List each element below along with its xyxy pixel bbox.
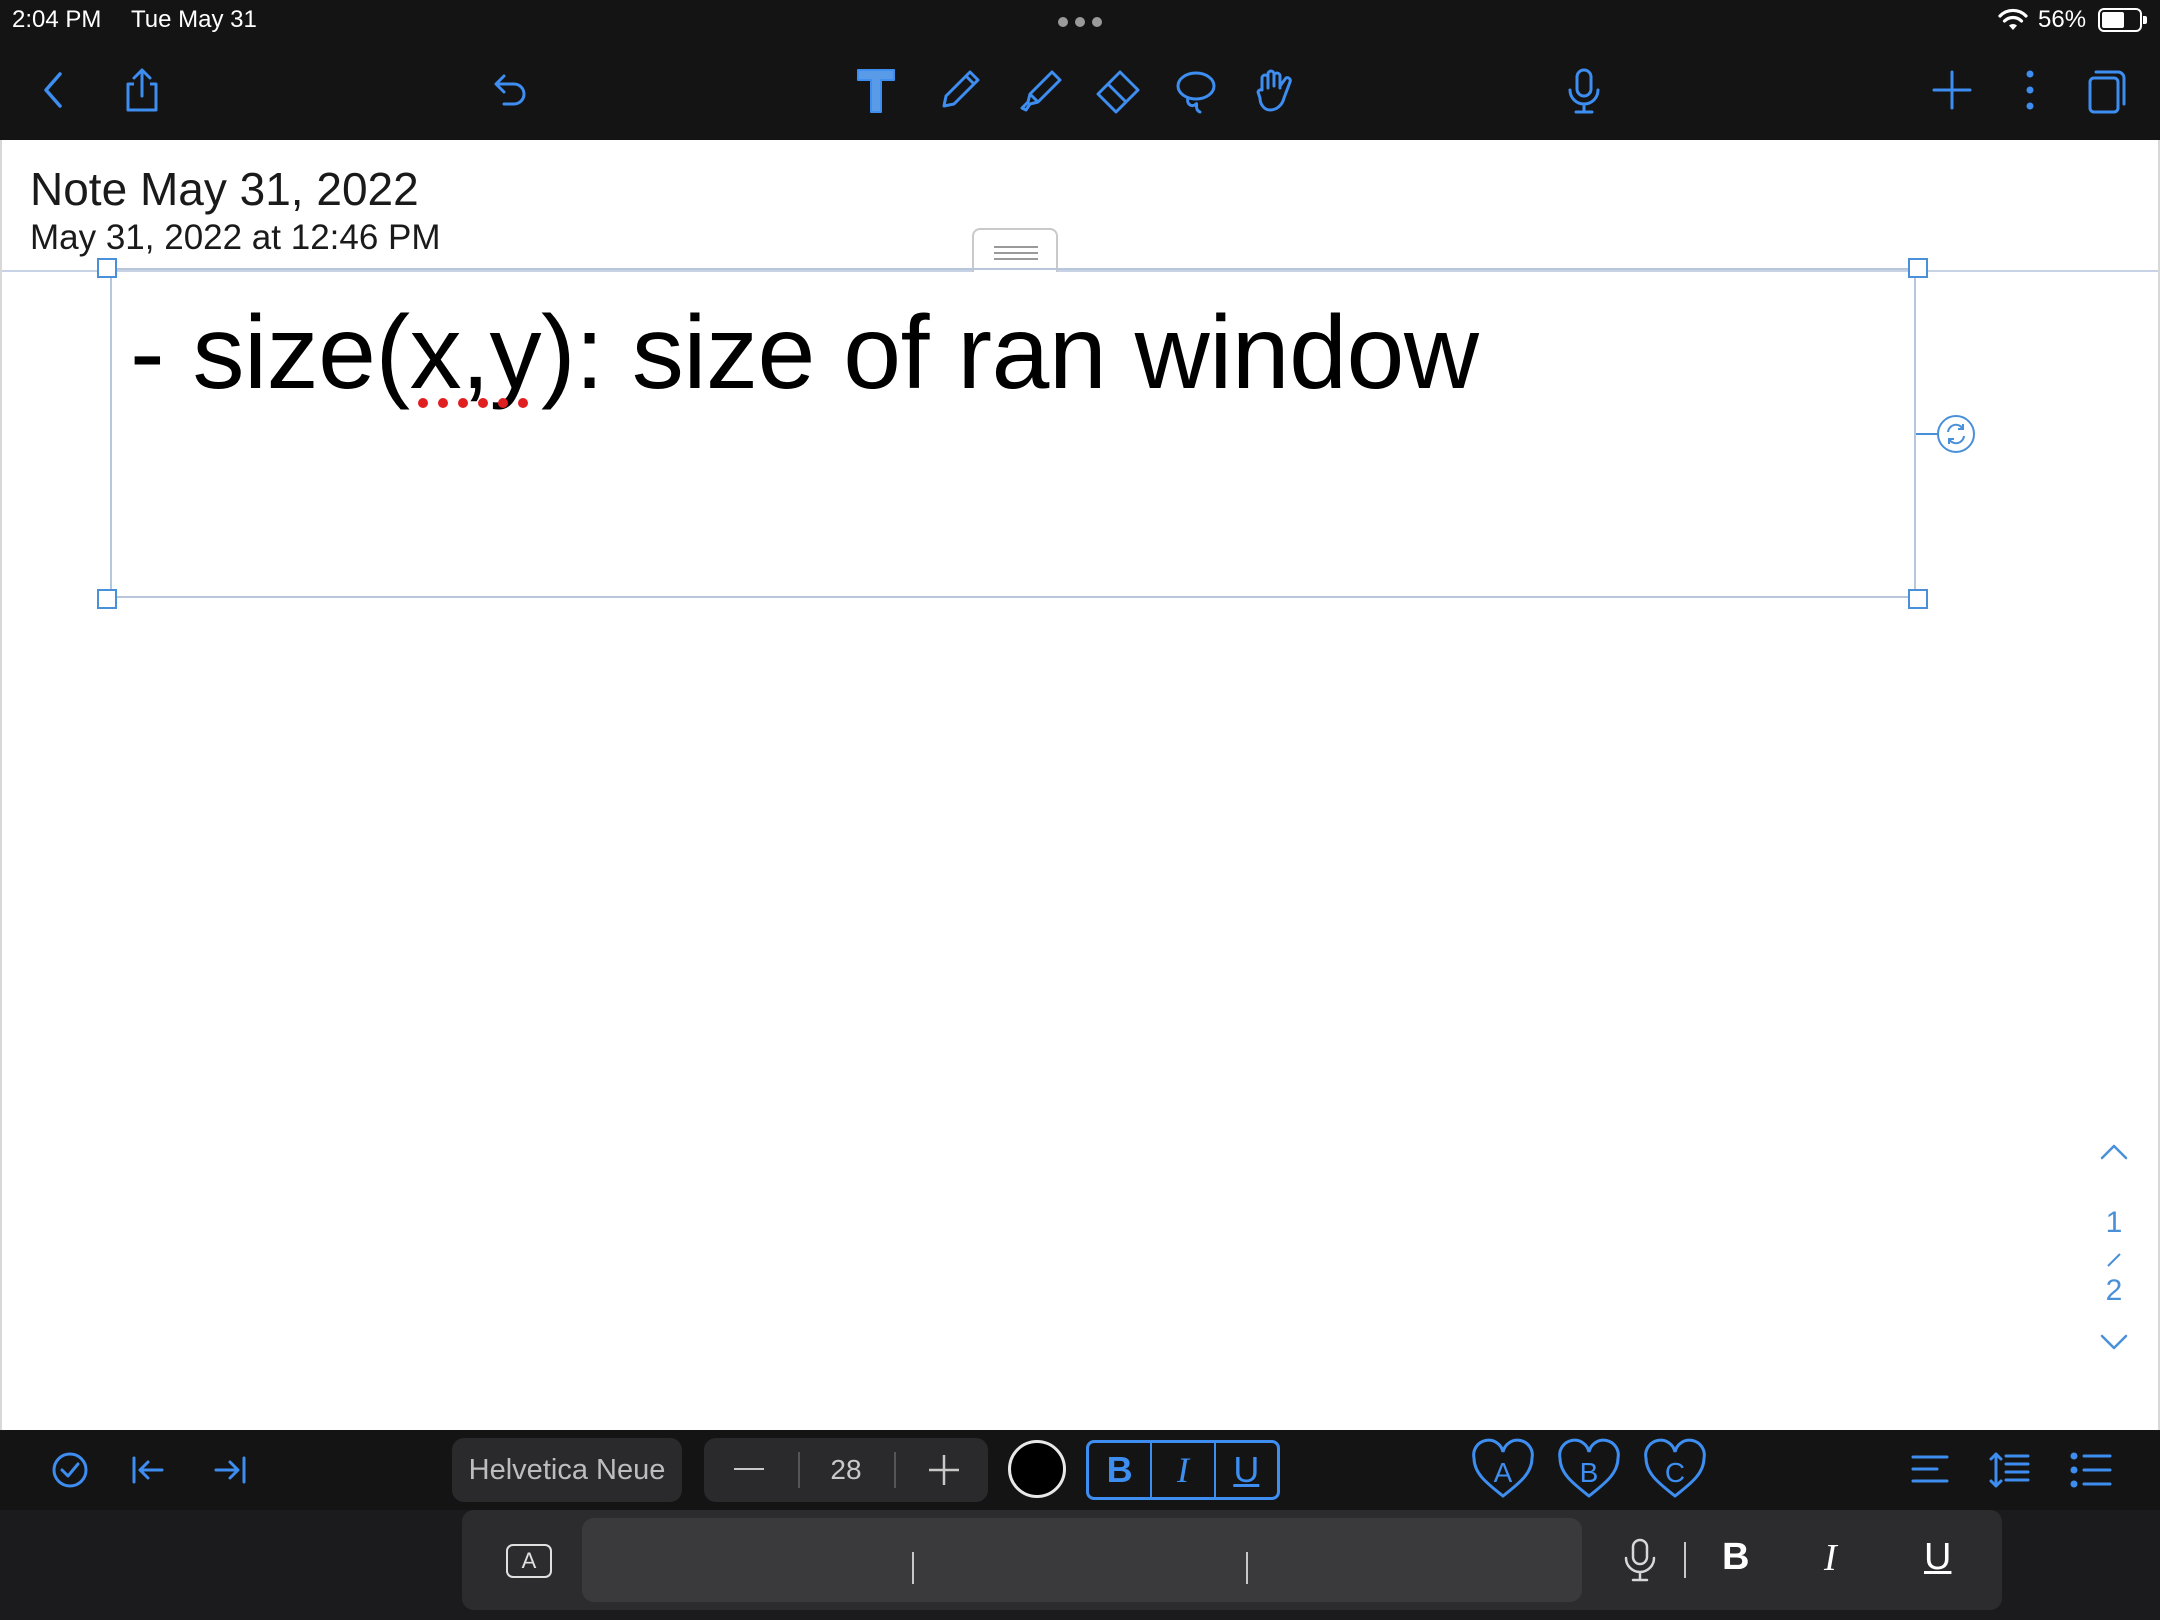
keyboard-shortcut-bar: A B I U (0, 1510, 2160, 1620)
resize-handle-bottom-right[interactable] (1908, 589, 1928, 609)
svg-text:C: C (1665, 1457, 1685, 1488)
eraser-tool-icon[interactable] (1088, 60, 1148, 120)
battery-icon (2098, 8, 2147, 32)
page-navigator: 1 2 (2092, 1140, 2136, 1380)
checkmark-circle-icon[interactable] (44, 1444, 96, 1496)
italic-toggle[interactable]: I (1150, 1443, 1213, 1497)
wifi-icon (1998, 8, 2028, 30)
bullet-list-icon[interactable] (2064, 1444, 2116, 1496)
predictive-text-bar[interactable] (582, 1518, 1582, 1602)
keyboard-underline-button[interactable]: U (1924, 1536, 1951, 1586)
favorite-style-b-icon[interactable]: B (1556, 1438, 1622, 1502)
favorite-style-a-icon[interactable]: A (1470, 1438, 1536, 1502)
bold-toggle[interactable]: B (1089, 1443, 1150, 1497)
hand-tool-icon[interactable] (1244, 60, 1304, 120)
note-page[interactable]: Note May 31, 2022 May 31, 2022 at 12:46 … (0, 140, 2160, 1430)
align-left-icon[interactable] (1904, 1444, 1956, 1496)
pen-tool-icon[interactable] (930, 60, 990, 120)
resize-handle-top-left[interactable] (97, 258, 117, 278)
add-page-icon[interactable] (1922, 60, 1982, 120)
svg-text:A: A (1494, 1457, 1513, 1488)
selected-textbox[interactable]: - size(x,y): size of ran window (110, 268, 1916, 598)
status-date: Tue May 31 (131, 6, 257, 33)
text-color-swatch[interactable] (1008, 1440, 1066, 1498)
rotate-handle-icon[interactable] (1936, 414, 1976, 454)
keyboard-bold-button[interactable]: B (1722, 1536, 1749, 1586)
note-title[interactable]: Note May 31, 2022 (30, 162, 419, 216)
text-style-group: B I U (1086, 1440, 1280, 1500)
increase-size-button[interactable] (926, 1452, 962, 1488)
more-options-icon[interactable] (2000, 60, 2060, 120)
multitasking-dots-icon[interactable] (1058, 17, 1102, 27)
share-icon[interactable] (112, 60, 172, 120)
font-family-selector[interactable]: Helvetica Neue (452, 1438, 682, 1502)
status-bar: 2:04 PM Tue May 31 56% (0, 0, 2160, 40)
page-thumbnails-icon[interactable] (2076, 60, 2136, 120)
next-page-icon[interactable] (2096, 1330, 2132, 1354)
font-size-value[interactable]: 28 (800, 1438, 892, 1502)
top-toolbar (0, 40, 2160, 140)
dictation-microphone-icon[interactable] (1620, 1538, 1660, 1582)
header-drag-handle[interactable] (972, 228, 1058, 272)
status-time: 2:04 PM (12, 6, 102, 33)
current-page-number: 1 (2105, 1206, 2123, 1239)
outdent-icon[interactable] (122, 1444, 174, 1496)
lasso-tool-icon[interactable] (1166, 60, 1226, 120)
spellcheck-underline (418, 398, 538, 410)
text-format-key[interactable]: A (506, 1544, 552, 1578)
battery-percent: 56% (2038, 6, 2087, 33)
favorite-style-c-icon[interactable]: C (1642, 1438, 1708, 1502)
indent-icon[interactable] (204, 1444, 256, 1496)
text-format-bar: Helvetica Neue 28 B I U A B C (0, 1430, 2160, 1510)
microphone-icon[interactable] (1554, 60, 1614, 120)
underline-toggle[interactable]: U (1213, 1443, 1277, 1497)
line-spacing-icon[interactable] (1984, 1444, 2036, 1496)
highlighter-tool-icon[interactable] (1010, 60, 1070, 120)
resize-handle-bottom-left[interactable] (97, 589, 117, 609)
svg-text:B: B (1580, 1457, 1599, 1488)
undo-icon[interactable] (480, 60, 540, 120)
keyboard-shortcut-panel: A B I U (462, 1510, 2002, 1610)
text-tool-icon[interactable] (846, 60, 906, 120)
font-size-stepper: 28 (704, 1438, 988, 1502)
textbox-text[interactable]: - size(x,y): size of ran window (130, 294, 1479, 413)
page-separator-icon (2107, 1253, 2121, 1267)
back-chevron-icon[interactable] (24, 60, 84, 120)
total-page-number: 2 (2105, 1274, 2123, 1307)
previous-page-icon[interactable] (2096, 1140, 2132, 1164)
decrease-size-button[interactable] (734, 1468, 764, 1470)
resize-handle-top-right[interactable] (1908, 258, 1928, 278)
keyboard-italic-button[interactable]: I (1824, 1536, 1837, 1586)
keyboard-separator (1684, 1542, 1686, 1578)
note-date: May 31, 2022 at 12:46 PM (30, 218, 441, 257)
